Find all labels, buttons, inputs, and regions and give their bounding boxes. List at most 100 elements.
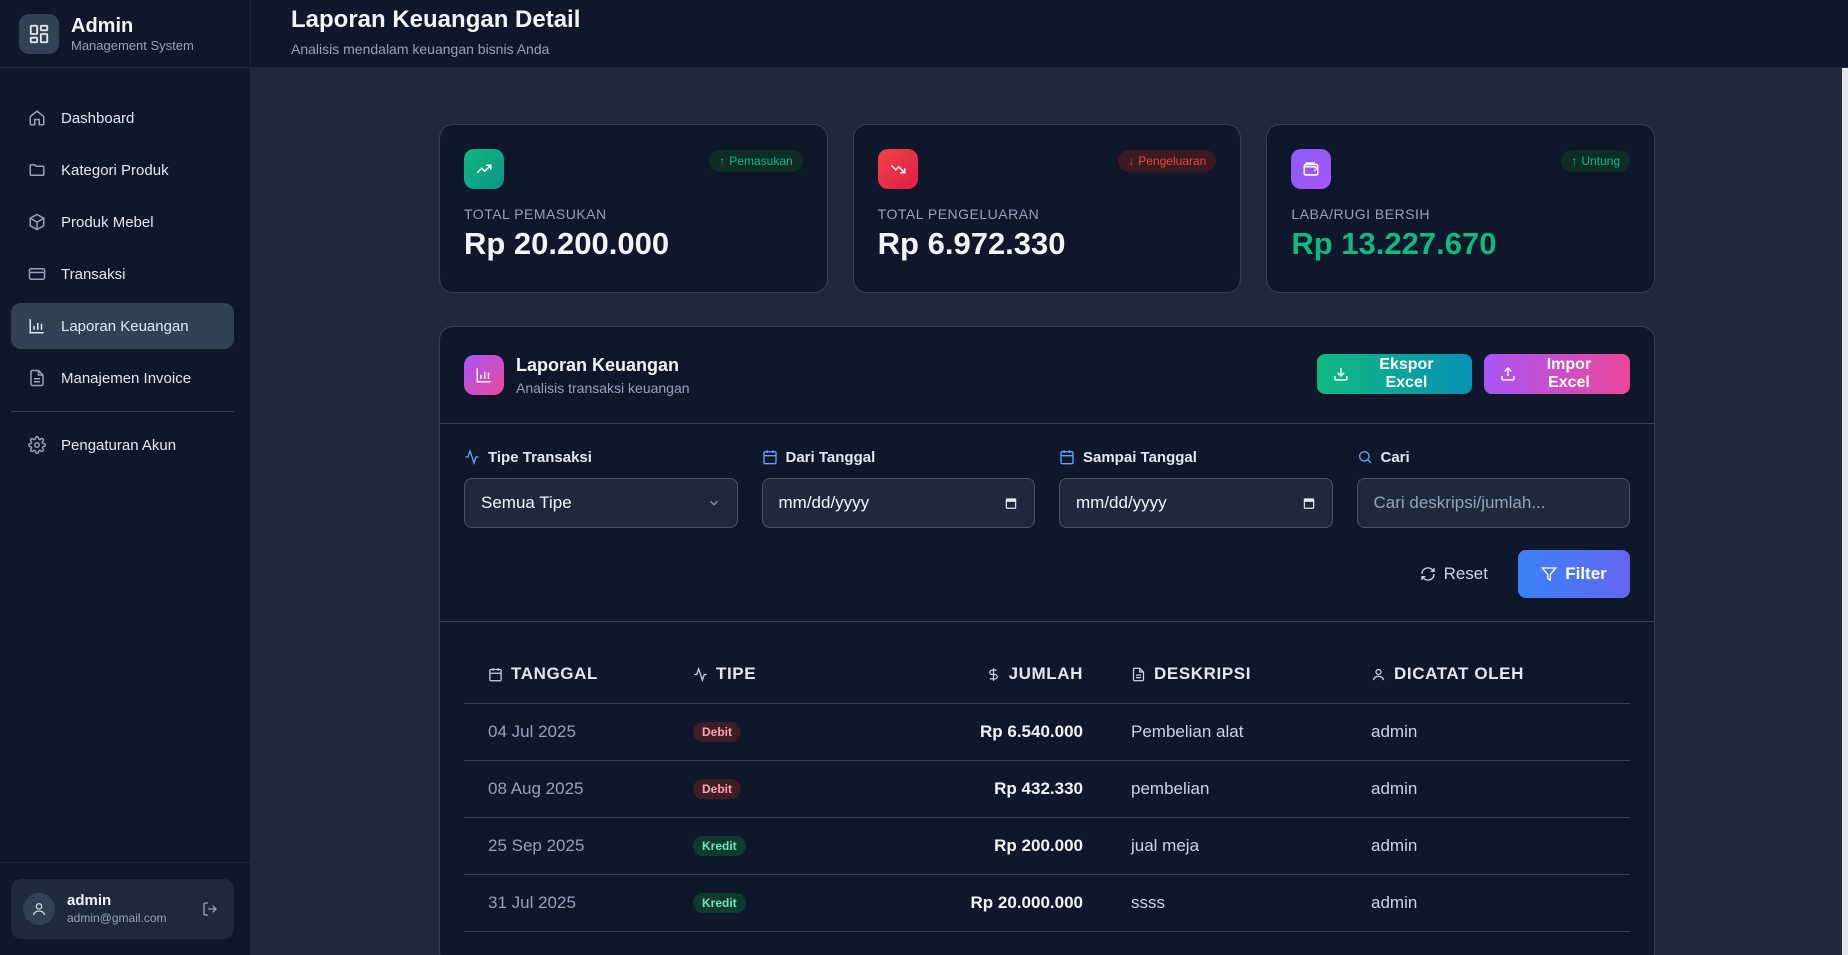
column-header-date[interactable]: TANGGAL: [464, 646, 693, 704]
folder-icon: [27, 160, 47, 180]
cell-date: 08 Aug 2025: [464, 760, 693, 818]
table-row[interactable]: 31 Jul 2025 Kredit Rp 20.000.000 ssss ad…: [464, 874, 1630, 932]
stat-value: Rp 6.972.330: [877, 226, 1066, 261]
sidebar-item-label: Kategori Produk: [61, 161, 169, 179]
sidebar-nav: Dashboard Kategori Produk Produk Mebel T…: [0, 68, 250, 468]
page-subtitle: Analisis mendalam keuangan bisnis Anda: [291, 41, 550, 57]
stat-card-expense: ↓ Pengeluaran TOTAL PENGELUARAN Rp 6.972…: [852, 124, 1242, 293]
status-badge: ↑ Pemasukan: [709, 150, 803, 172]
stat-value: Rp 13.227.670: [1291, 226, 1497, 261]
cell-description: Pembelian alat: [1107, 703, 1347, 761]
bar-chart-icon: [27, 316, 47, 336]
box-icon: [27, 212, 47, 232]
bar-chart-icon: [464, 355, 504, 395]
table-row[interactable]: 08 Aug 2025 Debit Rp 432.330 pembelian a…: [464, 760, 1630, 818]
panel-actions: Ekspor Excel Impor Excel: [1317, 354, 1630, 394]
filter-label: Dari Tanggal: [785, 448, 876, 466]
status-badge: ↑ Untung: [1561, 150, 1631, 172]
sidebar-item-dashboard[interactable]: Dashboard: [11, 95, 234, 141]
cell-description: pembelian: [1107, 760, 1347, 818]
refresh-icon: [1420, 567, 1435, 581]
sidebar-item-laporan-keuangan[interactable]: Laporan Keuangan: [11, 303, 234, 349]
column-header-description[interactable]: DESKRIPSI: [1107, 646, 1347, 704]
sidebar-item-kategori-produk[interactable]: Kategori Produk: [11, 147, 234, 193]
dashboard-grid-icon: [19, 13, 59, 54]
type-select[interactable]: Semua Tipe: [464, 478, 738, 528]
search-input[interactable]: Cari deskripsi/jumlah...: [1356, 478, 1630, 528]
filter-section: Tipe Transaksi Semua Tipe Dari Tanggal m…: [440, 424, 1654, 622]
sidebar: Admin Management System Dashboard Katego…: [0, 0, 251, 955]
filter-label: Tipe Transaksi: [488, 448, 592, 466]
table-header-row: TANGGAL TIPE JUMLAH DESKRIPSI DICATAT OL…: [464, 646, 1630, 704]
logout-icon[interactable]: [198, 897, 222, 921]
transactions-table: TANGGAL TIPE JUMLAH DESKRIPSI DICATAT OL…: [464, 646, 1630, 932]
transactions-table-wrap: TANGGAL TIPE JUMLAH DESKRIPSI DICATAT OL…: [440, 622, 1654, 932]
activity-icon: [465, 449, 479, 465]
trending-down-icon: [877, 149, 918, 189]
report-panel: Laporan Keuangan Analisis transaksi keua…: [439, 326, 1655, 955]
panel-header: Laporan Keuangan Analisis transaksi keua…: [440, 327, 1654, 424]
brand: Admin Management System: [0, 0, 250, 68]
sidebar-item-produk-mebel[interactable]: Produk Mebel: [11, 199, 234, 245]
sidebar-item-manajemen-invoice[interactable]: Manajemen Invoice: [11, 355, 234, 401]
document-icon: [27, 368, 47, 388]
main-content: ↑ Pemasukan TOTAL PEMASUKAN Rp 20.200.00…: [251, 68, 1842, 955]
calendar-picker-icon[interactable]: [1004, 496, 1018, 510]
cell-amount: Rp 432.330: [904, 760, 1107, 818]
wallet-icon: [1291, 149, 1332, 189]
user-profile[interactable]: admin admin@gmail.com: [11, 879, 234, 939]
stat-card-income: ↑ Pemasukan TOTAL PEMASUKAN Rp 20.200.00…: [439, 124, 828, 293]
calendar-icon: [489, 668, 502, 682]
cell-amount: Rp 6.540.000: [904, 703, 1107, 761]
to-date-input[interactable]: mm/dd/yyyy: [1059, 478, 1333, 528]
arrow-up-icon: ↑: [719, 154, 726, 168]
home-icon: [27, 108, 47, 128]
sidebar-footer-divider: [0, 862, 250, 863]
credit-card-icon: [27, 264, 47, 284]
cell-description: ssss: [1107, 874, 1347, 932]
table-row[interactable]: 04 Jul 2025 Debit Rp 6.540.000 Pembelian…: [464, 703, 1630, 761]
user-icon: [1372, 668, 1385, 680]
filter-label: Sampai Tanggal: [1083, 448, 1197, 466]
column-header-type[interactable]: TIPE: [693, 646, 904, 704]
cell-recorded-by: admin: [1347, 703, 1630, 761]
search-icon: [1358, 451, 1371, 464]
export-excel-button[interactable]: Ekspor Excel: [1317, 354, 1472, 394]
column-header-recorded-by[interactable]: DICATAT OLEH: [1347, 646, 1630, 704]
table-row[interactable]: 25 Sep 2025 Kredit Rp 200.000 jual meja …: [464, 817, 1630, 875]
stats-row: ↑ Pemasukan TOTAL PEMASUKAN Rp 20.200.00…: [439, 124, 1656, 293]
calendar-picker-icon[interactable]: [1302, 496, 1316, 510]
scrollbar[interactable]: [1842, 68, 1848, 955]
cell-type: Kredit: [693, 817, 904, 875]
calendar-icon: [1060, 450, 1074, 465]
brand-title: Admin: [71, 14, 134, 37]
from-date-input[interactable]: mm/dd/yyyy: [761, 478, 1035, 528]
sidebar-item-pengaturan-akun[interactable]: Pengaturan Akun: [11, 422, 234, 468]
status-badge: ↓ Pengeluaran: [1118, 150, 1217, 172]
reset-button[interactable]: Reset: [1404, 550, 1504, 598]
filter-actions: Reset Filter: [1404, 550, 1630, 598]
cell-date: 04 Jul 2025: [464, 703, 693, 761]
sidebar-divider: [11, 411, 234, 412]
filter-label: Cari: [1380, 448, 1410, 466]
stat-label: LABA/RUGI BERSIH: [1291, 206, 1431, 222]
cell-type: Debit: [693, 703, 904, 761]
cell-type: Debit: [693, 760, 904, 818]
cell-recorded-by: admin: [1347, 874, 1630, 932]
brand-subtitle: Management System: [71, 37, 194, 53]
page-header: Laporan Keuangan Detail Analisis mendala…: [251, 0, 1848, 68]
user-email: admin@gmail.com: [67, 911, 167, 925]
import-excel-button[interactable]: Impor Excel: [1484, 354, 1630, 394]
column-header-amount[interactable]: JUMLAH: [904, 646, 1107, 704]
sidebar-item-label: Manajemen Invoice: [61, 369, 192, 387]
sidebar-item-label: Transaksi: [61, 265, 126, 283]
user-name: admin: [67, 892, 112, 909]
filter-button[interactable]: Filter: [1518, 550, 1630, 598]
filter-from-date: Dari Tanggal mm/dd/yyyy: [761, 448, 1035, 528]
funnel-icon: [1541, 567, 1558, 582]
activity-icon: [694, 666, 707, 682]
cell-date: 31 Jul 2025: [464, 874, 693, 932]
arrow-down-icon: ↓: [1128, 154, 1135, 168]
sidebar-item-label: Pengaturan Akun: [61, 436, 177, 454]
sidebar-item-transaksi[interactable]: Transaksi: [11, 251, 234, 297]
